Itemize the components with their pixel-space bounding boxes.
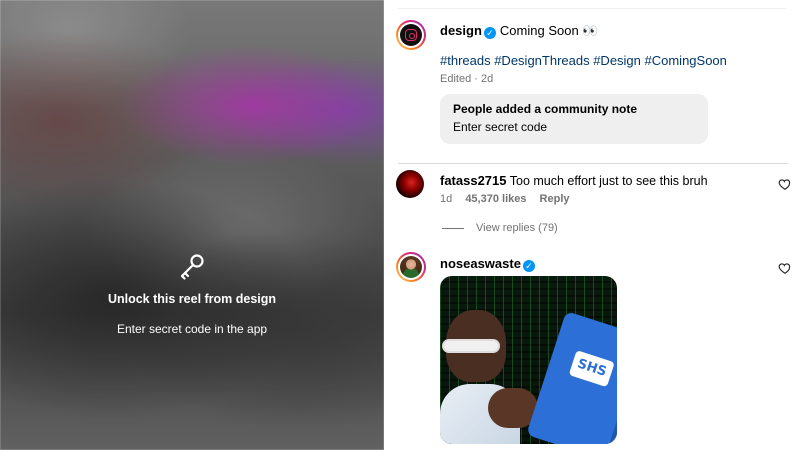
post-caption: Coming Soon 👀	[499, 23, 599, 38]
comment-meta: 1d 45,370 likes Reply	[440, 193, 580, 205]
key-icon	[180, 254, 204, 280]
gif-sunglasses	[442, 339, 500, 353]
comment-username[interactable]: noseaswaste	[440, 256, 521, 271]
comment-time: 1d	[440, 193, 453, 205]
comments-panel: design ✓ Coming Soon 👀 #threads #DesignThr…	[384, 0, 800, 450]
unlock-subtitle: Enter secret code in the app	[116, 322, 268, 336]
heart-icon[interactable]	[778, 261, 792, 275]
avatar[interactable]	[396, 170, 424, 198]
comment-text: Too much effort just to see this bruh	[509, 174, 708, 188]
comment-header: noseaswaste ✓	[440, 256, 539, 272]
heart-icon[interactable]	[778, 177, 792, 191]
section-divider	[398, 163, 788, 164]
top-divider	[398, 8, 786, 9]
comment-username[interactable]: fatass2715	[440, 173, 507, 188]
reply-button[interactable]: Reply	[540, 193, 570, 205]
post-header: design ✓ Coming Soon 👀	[440, 23, 598, 39]
unlock-title: Unlock this reel from design	[107, 292, 277, 306]
verified-badge-icon: ✓	[483, 27, 496, 39]
post-username[interactable]: design	[440, 23, 482, 38]
view-replies-button[interactable]: View replies (79)	[442, 222, 558, 234]
avatar[interactable]	[396, 20, 426, 50]
community-note-title: People added a community note	[453, 102, 638, 116]
unlock-prompt: Unlock this reel from design Enter secre…	[0, 252, 384, 336]
avatar[interactable]	[396, 252, 426, 282]
view-replies-label: View replies (79)	[476, 222, 558, 234]
comment-gif[interactable]: SHS	[440, 276, 617, 444]
reel-lock-overlay	[0, 0, 384, 450]
gif-laptop-logo: SHS	[568, 350, 615, 388]
verified-badge-icon: ✓	[522, 260, 535, 272]
comment-text-row: fatass2715 Too much effort just to see t…	[440, 173, 708, 188]
post-edited-time: Edited · 2d	[440, 73, 494, 85]
community-note-text: Enter secret code	[453, 120, 548, 134]
community-note[interactable]: People added a community note Enter secr…	[440, 94, 708, 144]
replies-line	[442, 227, 464, 229]
comment-likes[interactable]: 45,370 likes	[465, 193, 526, 205]
post-hashtags[interactable]: #threads #DesignThreads #Design #ComingS…	[440, 53, 727, 68]
instagram-logo-icon	[405, 29, 417, 41]
